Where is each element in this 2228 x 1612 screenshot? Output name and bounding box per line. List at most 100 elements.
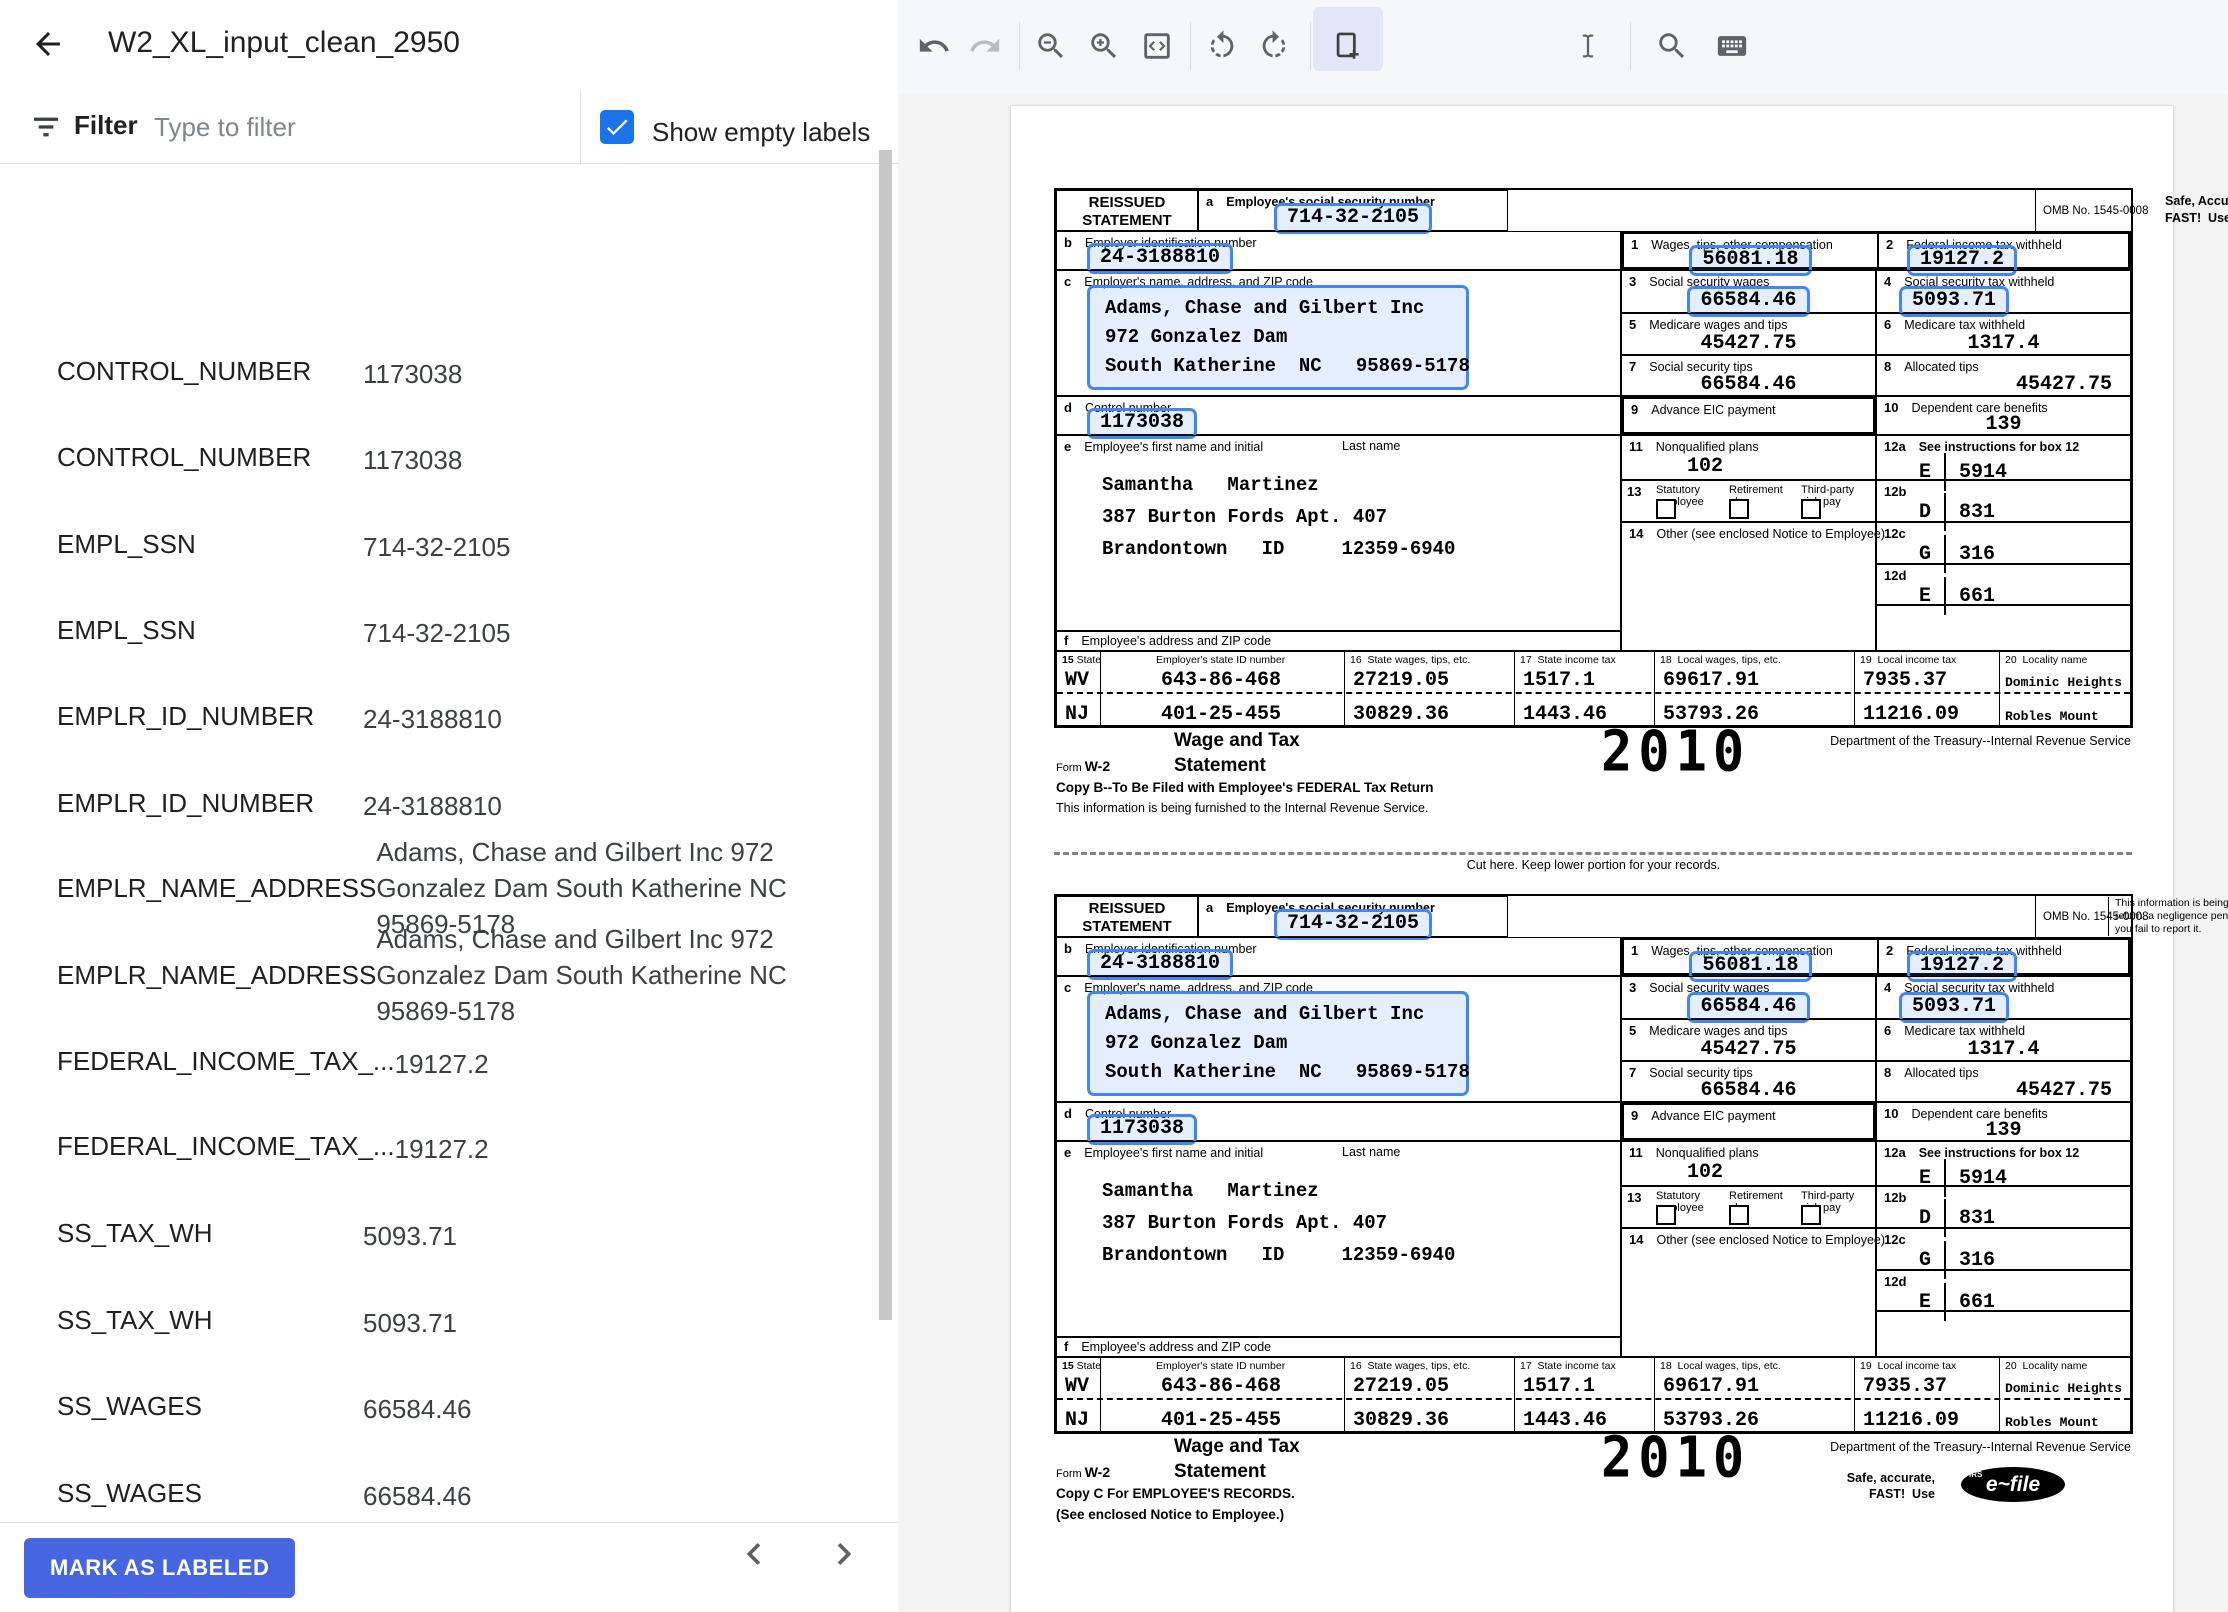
label-row[interactable]: EMPLR_NAME_ADDRESS Adams, Chase and Gilbe…: [57, 924, 860, 1026]
previous-page-button[interactable]: [728, 1529, 780, 1581]
label-name: SS_TAX_WH: [57, 1218, 213, 1248]
label-row[interactable]: SS_TAX_WH 5093.71: [57, 1218, 860, 1254]
search-icon[interactable]: [1651, 26, 1693, 68]
zoom-out-icon[interactable]: [1030, 26, 1072, 68]
filter-input[interactable]: [152, 102, 556, 152]
divider: [2035, 896, 2036, 937]
document-labeling-app: W2_XL_input_clean_2950 Filter Show empty…: [0, 0, 2228, 1612]
divider: [1630, 22, 1631, 70]
state-id-column: Employer's state ID number 643-86-468 40…: [1100, 1358, 1345, 1432]
ssn-annotation[interactable]: 714-32-2105: [1273, 909, 1433, 940]
box-3: 3 Social security wages 66584.46: [1621, 976, 1876, 1023]
tax-year: 2010: [1601, 719, 1751, 785]
state-local-table: 15 State WV NJ Employer's state ID numbe…: [1056, 651, 2131, 726]
label-row[interactable]: EMPLR_ID_NUMBER 24-3188810: [57, 701, 860, 737]
label-value: Adams, Chase and Gilbert Inc 972 Gonzale…: [376, 924, 787, 1026]
locality-column: 20 Locality name Dominic Heights Robles …: [1999, 652, 2133, 725]
box-1: 1 Wages, tips, other compensation 56081.1…: [1624, 234, 1877, 276]
mark-as-labeled-button[interactable]: MARK AS LABELED: [24, 1538, 296, 1598]
box-a-ssn: a Employee's social security number 714-3…: [1198, 190, 1508, 234]
boxes-1-2: 1 Wages, tips, other compensation 56081.1…: [1621, 231, 2131, 276]
rotate-right-icon[interactable]: [1253, 26, 1295, 68]
label-name: EMPL_SSN: [57, 615, 196, 645]
box-12c: 12c G 316: [1876, 522, 2131, 573]
label-name: SS_WAGES: [57, 1391, 202, 1421]
label-row[interactable]: SS_WAGES 66584.46: [57, 1391, 860, 1427]
w2-form: REISSUED STATEMENT a Employee's social sec…: [1054, 188, 2228, 872]
label-value: 1173038: [363, 359, 463, 389]
text-select-icon[interactable]: [1567, 26, 1609, 68]
box-12d: 12d E 661: [1876, 1270, 2131, 1321]
employer-address-annotation[interactable]: Adams, Chase and Gilbert Inc 972 Gonzale…: [1087, 991, 1470, 1096]
add-bounding-box-icon[interactable]: [1327, 26, 1369, 68]
redo-icon[interactable]: [964, 26, 1006, 68]
statutory-employee-checkbox: [1656, 1205, 1676, 1225]
third-party-sick-pay-checkbox: [1801, 1205, 1821, 1225]
sidebar-footer: MARK AS LABELED: [0, 1522, 898, 1612]
sidebar-scrollbar[interactable]: [879, 150, 892, 1320]
back-arrow-icon[interactable]: [30, 26, 70, 66]
label-name: EMPL_SSN: [57, 529, 196, 559]
show-empty-labels-text: Show empty labels: [652, 117, 871, 147]
state-tax-column: 17 State income tax 1517.1 1443.46: [1514, 1358, 1655, 1432]
fit-page-icon[interactable]: [1136, 26, 1178, 68]
box-10: 10 Dependent care benefits 139: [1876, 396, 2131, 436]
label-row[interactable]: CONTROL_NUMBER 1173038: [57, 442, 860, 478]
document-viewer: REISSUED STATEMENT a Employee's social sec…: [898, 93, 2228, 1612]
retirement-plan-checkbox: [1729, 1205, 1749, 1225]
local-tax-column: 19 Local income tax 7935.37 11216.09: [1854, 1358, 2000, 1432]
box-10: 10 Dependent care benefits 139: [1876, 1102, 2131, 1142]
box-12-empty: [1876, 1311, 2131, 1357]
zoom-in-icon[interactable]: [1083, 26, 1125, 68]
next-page-button[interactable]: [818, 1529, 870, 1581]
reissued-statement: REISSUED STATEMENT: [1056, 896, 1198, 937]
box-13: 13 Statutoryemployee Retirementplan Thir…: [1621, 1186, 1876, 1228]
ssn-annotation[interactable]: 714-32-2105: [1273, 203, 1433, 234]
label-row[interactable]: EMPLR_ID_NUMBER 24-3188810: [57, 788, 860, 824]
box-12a: 12a See instructions for box 12 E 5914: [1876, 435, 2131, 491]
label-name: EMPLR_ID_NUMBER: [57, 788, 315, 818]
third-party-sick-pay-checkbox: [1801, 499, 1821, 519]
box-14: 14 Other (see enclosed Notice to Employee…: [1621, 1228, 1885, 1357]
box-8: 8 Allocated tips 45427.75: [1876, 355, 2131, 396]
employer-address-annotation[interactable]: Adams, Chase and Gilbert Inc 972 Gonzale…: [1087, 285, 1470, 390]
box-12c: 12c G 316: [1876, 1228, 2131, 1279]
label-row[interactable]: EMPLR_NAME_ADDRESS Adams, Chase and Gilbe…: [57, 837, 860, 939]
state-wages-column: 16 State wages, tips, etc. 27219.05 3082…: [1344, 652, 1515, 726]
form-header-right: OMB No. 1545-0008 Safe, Accurate, FAST! …: [1508, 896, 2228, 937]
box-5: 5 Medicare wages and tips 45427.75: [1621, 1019, 1876, 1061]
state-column: 15 State WV NJ: [1062, 654, 1102, 726]
box-5: 5 Medicare wages and tips 45427.75: [1621, 313, 1876, 355]
label-row[interactable]: SS_WAGES 66584.46: [57, 1478, 860, 1514]
statutory-employee-checkbox: [1656, 499, 1676, 519]
box-d-control: d Control number 1173038: [1056, 396, 1621, 439]
filter-icon: [30, 111, 62, 143]
box-e-employee: e Employee's first name and initial Last …: [1056, 1141, 1621, 1337]
divider: [1190, 22, 1191, 70]
label-row[interactable]: FEDERAL_INCOME_TAX_... 19127.2: [57, 1046, 860, 1082]
show-empty-labels-checkbox[interactable]: [600, 110, 634, 144]
label-value: 714-32-2105: [363, 618, 511, 648]
box-2: 2 Federal income tax withheld 19127.2: [1877, 234, 2129, 276]
box-7: 7 Social security tips 66584.46: [1621, 355, 1876, 396]
rotate-left-icon[interactable]: [1201, 26, 1243, 68]
label-name: SS_TAX_WH: [57, 1305, 213, 1335]
label-row[interactable]: FEDERAL_INCOME_TAX_... 19127.2: [57, 1131, 860, 1167]
irs-notice-text: This information is being furnished to t…: [2108, 897, 2228, 936]
box-f-address-label: f Employee's address and ZIP code: [1056, 1337, 1621, 1357]
box-13: 13 Statutoryemployee Retirementplan Thir…: [1621, 480, 1876, 522]
label-name: FEDERAL_INCOME_TAX_...: [57, 1046, 395, 1076]
box-c-employer: c Employer's name, address, and ZIP code …: [1056, 270, 1621, 396]
label-row[interactable]: SS_TAX_WH 5093.71: [57, 1305, 860, 1341]
box-a-ssn: a Employee's social security number 714-3…: [1198, 896, 1508, 940]
label-row[interactable]: EMPL_SSN 714-32-2105: [57, 529, 860, 565]
label-row[interactable]: CONTROL_NUMBER 1173038: [57, 356, 860, 392]
keyboard-shortcuts-icon[interactable]: [1711, 26, 1753, 68]
local-wages-column: 18 Local wages, tips, etc. 69617.91 5379…: [1654, 1358, 1855, 1432]
undo-icon[interactable]: [913, 26, 955, 68]
label-row[interactable]: EMPL_SSN 714-32-2105: [57, 615, 860, 651]
omb-number: OMB No. 1545-0008: [2043, 205, 2149, 217]
label-value: 24-3188810: [363, 791, 502, 821]
w2-form: REISSUED STATEMENT a Employee's social sec…: [1054, 894, 2228, 1522]
box-7: 7 Social security tips 66584.46: [1621, 1061, 1876, 1102]
